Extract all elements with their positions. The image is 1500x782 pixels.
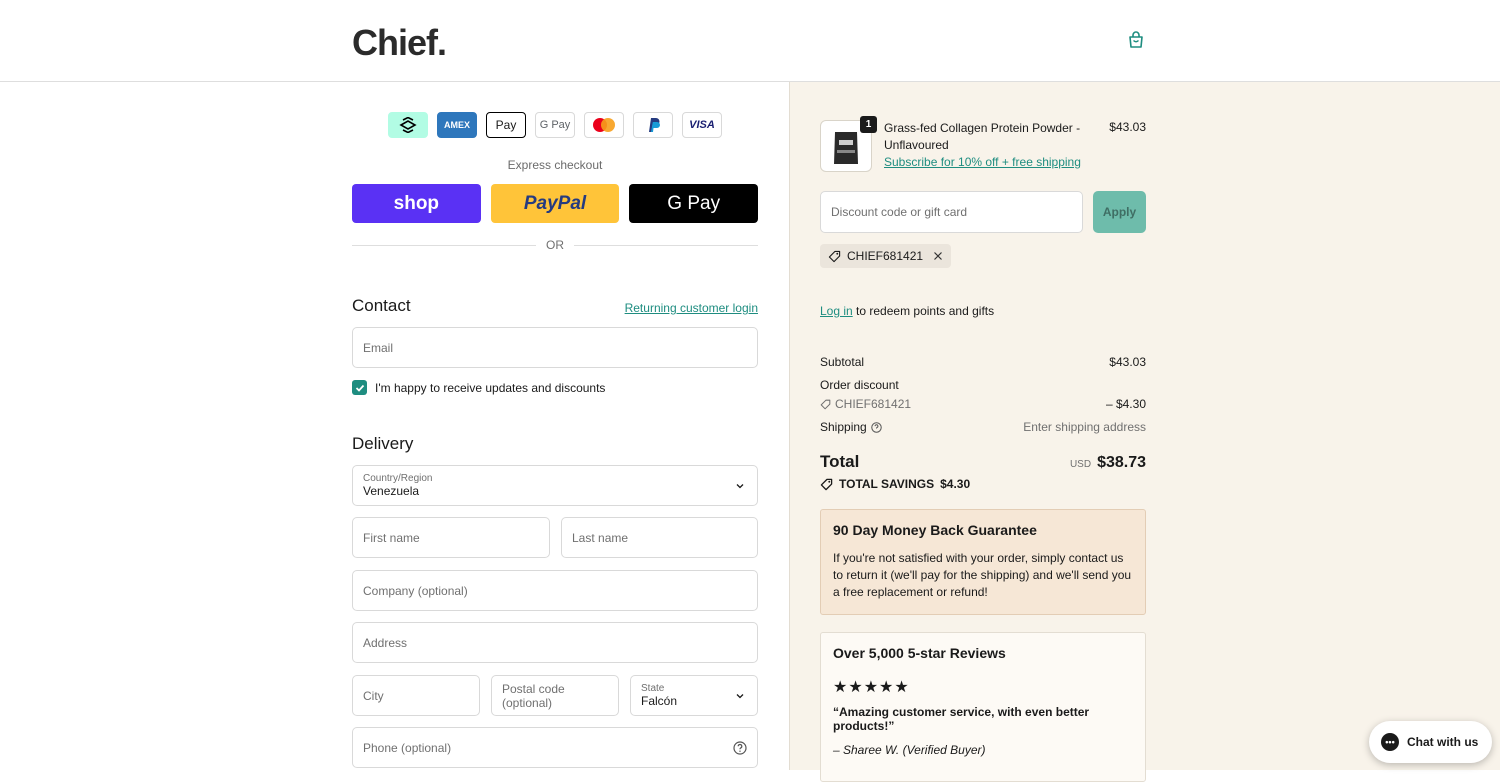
discount-value: – $4.30 — [1105, 397, 1146, 411]
visa-icon: VISA — [682, 112, 722, 138]
brand-logo[interactable]: Chief. — [352, 22, 447, 64]
google-pay-icon: G Pay — [535, 112, 575, 138]
postal-code-field[interactable]: Postal code (optional) — [491, 675, 619, 716]
chevron-down-icon — [736, 694, 744, 699]
shipping-row: Shipping Enter shipping address — [820, 420, 1146, 434]
city-field[interactable]: City — [352, 675, 480, 716]
product-pouch-icon — [834, 132, 858, 164]
phone-field[interactable]: Phone (optional) — [352, 727, 758, 768]
company-field[interactable]: Company (optional) — [352, 570, 758, 611]
tag-icon — [828, 250, 841, 262]
login-text: to redeem points and gifts — [852, 304, 995, 318]
address-field[interactable]: Address — [352, 622, 758, 663]
tag-icon — [820, 478, 833, 490]
divider-line — [574, 244, 758, 246]
total-row: Total USD $38.73 — [820, 452, 1146, 472]
country-select[interactable]: Country/Region Venezuela — [352, 465, 758, 506]
total-savings-row: TOTAL SAVINGS $4.30 — [820, 477, 970, 491]
subtotal-label: Subtotal — [820, 355, 865, 369]
phone-placeholder: Phone (optional) — [363, 740, 452, 755]
help-icon[interactable] — [870, 421, 882, 433]
contact-heading: Contact — [352, 296, 411, 315]
guarantee-body: If you're not satisfied with your order,… — [833, 551, 1132, 599]
first-name-field[interactable]: First name — [352, 517, 550, 558]
afterpay-icon — [388, 112, 428, 138]
paypal-button[interactable]: PayPal — [490, 184, 620, 223]
subscribe-link[interactable]: Subscribe for 10% off + free shipping — [884, 154, 1084, 171]
state-select[interactable]: State Falcón — [630, 675, 758, 716]
checkmark-icon — [355, 384, 364, 392]
subtotal-value: $43.03 — [1109, 355, 1146, 369]
returning-customer-login-link[interactable]: Returning customer login — [625, 301, 758, 315]
chat-label: Chat with us — [1407, 735, 1479, 749]
guarantee-card: 90 Day Money Back Guarantee If you're no… — [820, 509, 1146, 615]
discount-code-row: CHIEF681421 – $4.30 — [820, 397, 1146, 411]
applied-code: CHIEF681421 — [847, 249, 924, 263]
quantity-badge: 1 — [860, 116, 877, 133]
reviewer-name: – Sharee W. (Verified Buyer) — [833, 743, 986, 757]
payment-methods: AMEX Pay G Pay VISA — [388, 112, 722, 138]
discount-code-field[interactable]: Discount code or gift card — [820, 191, 1083, 233]
review-quote: “Amazing customer service, with even bet… — [833, 705, 1090, 733]
shipping-value: Enter shipping address — [1023, 420, 1146, 434]
amex-icon: AMEX — [437, 112, 477, 138]
google-pay-button[interactable]: G Pay — [629, 184, 759, 223]
savings-value: $4.30 — [940, 477, 971, 491]
site-header: Chief. — [0, 0, 1500, 82]
chat-bubble-icon: ••• — [1381, 733, 1399, 751]
country-value: Venezuela — [363, 484, 420, 498]
paypal-icon — [633, 112, 673, 138]
express-checkout-label: Express checkout — [507, 158, 603, 172]
state-value: Falcón — [641, 694, 678, 708]
apple-pay-icon: Pay — [486, 112, 526, 138]
chat-widget-button[interactable]: ••• Chat with us — [1369, 721, 1492, 763]
tag-icon — [820, 399, 831, 409]
product-name: Grass-fed Collagen Protein Powder - Unfl… — [884, 121, 1081, 152]
or-label: OR — [546, 238, 564, 252]
order-discount-label: Order discount — [820, 378, 899, 392]
discount-code: CHIEF681421 — [835, 397, 912, 411]
reviews-card: Over 5,000 5-star Reviews ★★★★★ “Amazing… — [820, 632, 1146, 782]
log-in-link[interactable]: Log in — [820, 304, 853, 318]
express-buttons: shop PayPal G Pay — [352, 184, 759, 223]
product-price: $43.03 — [1109, 120, 1146, 134]
divider-line — [352, 244, 536, 246]
newsletter-option[interactable]: I'm happy to receive updates and discoun… — [352, 380, 605, 395]
state-label: State — [641, 683, 665, 694]
subtotal-row: Subtotal $43.03 — [820, 355, 1146, 369]
close-icon[interactable] — [933, 251, 943, 261]
help-icon[interactable] — [733, 741, 747, 755]
newsletter-checkbox[interactable] — [352, 380, 367, 395]
apply-discount-button[interactable]: Apply — [1093, 191, 1146, 233]
shopping-bag-icon[interactable] — [1126, 30, 1146, 50]
country-label: Country/Region — [363, 473, 433, 484]
shipping-label-group: Shipping — [820, 420, 882, 434]
guarantee-title: 90 Day Money Back Guarantee — [833, 522, 1037, 538]
shipping-label: Shipping — [820, 420, 867, 434]
loyalty-login-row: Log in to redeem points and gifts — [820, 304, 994, 318]
star-rating: ★★★★★ — [833, 679, 910, 696]
savings-label: TOTAL SAVINGS — [839, 477, 935, 491]
discount-code-label: CHIEF681421 — [820, 397, 911, 411]
delivery-heading: Delivery — [352, 434, 414, 453]
applied-discount-tag: CHIEF681421 — [820, 244, 952, 268]
or-divider: OR — [352, 238, 758, 252]
last-name-field[interactable]: Last name — [561, 517, 758, 558]
total-amount: USD $38.73 — [1070, 454, 1146, 472]
chevron-down-icon — [736, 484, 744, 489]
newsletter-label: I'm happy to receive updates and discoun… — [375, 380, 606, 395]
product-details: Grass-fed Collagen Protein Powder - Unfl… — [884, 120, 1084, 171]
mastercard-icon — [584, 112, 624, 138]
email-field[interactable]: Email — [352, 327, 758, 368]
order-discount-row: Order discount — [820, 378, 1146, 392]
total-currency: USD — [1069, 459, 1092, 470]
shop-pay-button[interactable]: shop — [352, 184, 481, 223]
reviews-title: Over 5,000 5-star Reviews — [833, 645, 1006, 661]
total-label: Total — [820, 452, 860, 471]
total-value: $38.73 — [1097, 454, 1146, 471]
